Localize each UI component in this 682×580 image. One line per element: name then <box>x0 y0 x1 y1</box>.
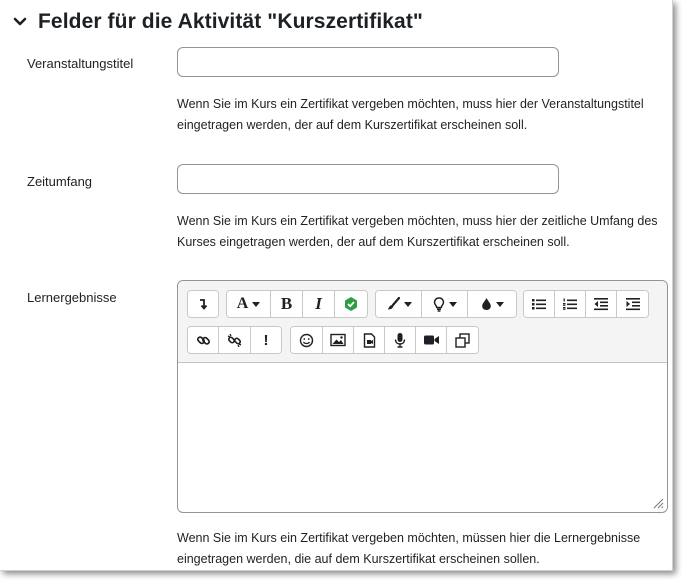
form-section: Felder für die Aktivität "Kurszertifikat… <box>0 0 673 571</box>
outdent-icon <box>594 298 608 311</box>
numbered-list-icon <box>563 298 577 310</box>
toolbar-group-collapse <box>187 290 219 318</box>
lernergebnisse-help: Wenn Sie im Kurs ein Zertifikat vergeben… <box>177 531 641 566</box>
brush-icon <box>387 297 400 310</box>
lightbulb-icon <box>433 296 444 312</box>
veranstaltungstitel-input[interactable] <box>177 47 559 77</box>
zeitumfang-input[interactable] <box>177 164 559 194</box>
image-button[interactable] <box>323 327 354 353</box>
indent-button[interactable] <box>617 291 648 317</box>
toolbar-group-lists <box>523 290 649 318</box>
microphone-button[interactable] <box>385 327 416 353</box>
bold-icon: B <box>280 294 293 313</box>
media-file-icon <box>363 332 375 348</box>
section-header[interactable]: Felder für die Aktivität "Kurszertifikat… <box>12 10 423 34</box>
image-icon <box>330 333 346 347</box>
bullet-list-icon <box>532 299 546 310</box>
lernergebnisse-textarea[interactable] <box>178 363 667 512</box>
collapse-toolbar-button[interactable] <box>188 291 218 317</box>
toolbar-group-style <box>375 290 517 318</box>
collapse-icon <box>200 299 208 310</box>
video-camera-icon <box>423 335 439 345</box>
toolbar-group-format: A B I <box>226 290 368 318</box>
italic-icon: I <box>315 294 322 313</box>
lernergebnisse-label: Lernergebnisse <box>27 290 117 305</box>
copy-button[interactable] <box>447 327 478 353</box>
font-size-button[interactable]: A <box>227 291 271 317</box>
veranstaltungstitel-help: Wenn Sie im Kurs ein Zertifikat vergeben… <box>177 97 644 132</box>
caret-down-icon <box>403 301 412 307</box>
microphone-icon <box>394 333 406 348</box>
video-camera-button[interactable] <box>416 327 447 353</box>
copy-icon <box>455 332 470 348</box>
exclamation-button[interactable]: ! <box>251 327 281 353</box>
link-button[interactable] <box>188 327 219 353</box>
unlink-button[interactable] <box>219 327 251 353</box>
indent-icon <box>625 298 640 311</box>
font-size-icon: A <box>236 295 249 312</box>
emoji-button[interactable] <box>291 327 323 353</box>
veranstaltungstitel-label: Veranstaltungstitel <box>27 56 134 71</box>
accessibility-checker-button[interactable] <box>335 291 367 317</box>
zeitumfang-label: Zeitumfang <box>27 174 93 189</box>
resize-handle-icon[interactable] <box>652 497 664 509</box>
accessibility-checker-icon <box>345 297 357 311</box>
toolbar-group-links: ! <box>187 326 282 354</box>
italic-button[interactable]: I <box>303 291 335 317</box>
toolbar-group-media <box>290 326 479 354</box>
editor-toolbar: A B I ! <box>178 281 667 363</box>
link-icon <box>196 335 210 345</box>
exclamation-icon: ! <box>263 331 269 349</box>
zeitumfang-help: Wenn Sie im Kurs ein Zertifikat vergeben… <box>177 214 658 249</box>
brush-button[interactable] <box>376 291 422 317</box>
bold-button[interactable]: B <box>271 291 303 317</box>
lightbulb-button[interactable] <box>422 291 468 317</box>
unlink-icon <box>227 333 242 347</box>
numbered-list-button[interactable] <box>555 291 586 317</box>
color-drop-icon <box>481 298 491 310</box>
bullet-list-button[interactable] <box>524 291 555 317</box>
caret-down-icon <box>495 301 504 307</box>
color-drop-button[interactable] <box>468 291 516 317</box>
caret-down-icon <box>448 301 457 307</box>
emoji-icon <box>299 333 314 347</box>
section-title: Felder für die Aktivität "Kurszertifikat… <box>38 10 423 33</box>
outdent-button[interactable] <box>586 291 617 317</box>
lernergebnisse-editor: A B I ! <box>177 280 668 513</box>
caret-down-icon <box>252 301 261 307</box>
chevron-down-icon[interactable] <box>12 14 28 30</box>
media-file-button[interactable] <box>354 327 385 353</box>
